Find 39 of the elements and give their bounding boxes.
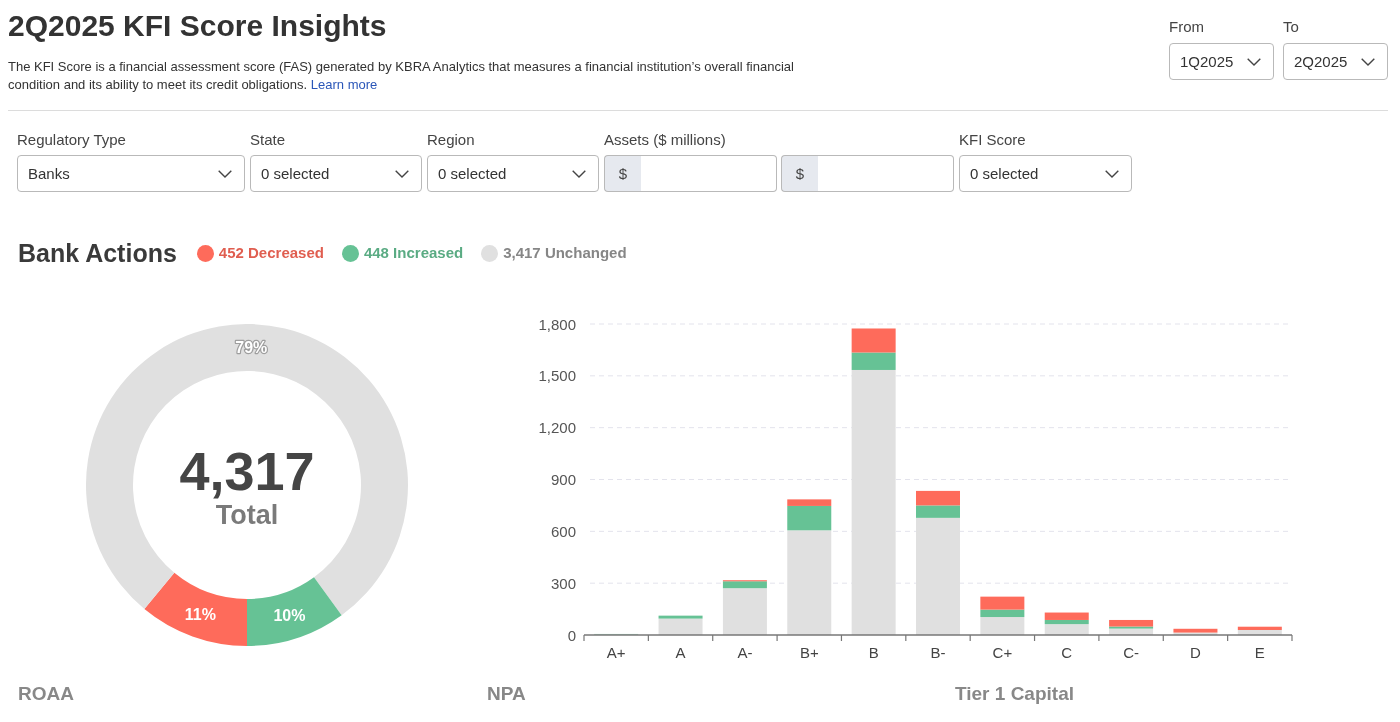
metric-heading: NPA [487,683,526,705]
total-count: 4,317 [179,441,315,501]
y-axis-label: 1,500 [538,367,576,385]
y-axis-label: 1,800 [538,315,576,333]
x-axis-label: A+ [606,643,626,661]
period-label: From [1169,18,1205,36]
y-axis-label: 1,200 [538,419,576,437]
x-axis-label: C [1061,643,1073,661]
x-axis-label: E [1254,643,1265,661]
metric-heading: ROAA [18,683,74,705]
filter-label: KFI Score [959,131,1027,149]
metric-heading: Tier 1 Capital [955,683,1074,705]
x-axis-label: A- [737,643,753,661]
period-label: To [1283,18,1300,36]
filter-label: Region [427,131,476,149]
x-axis-label: C- [1123,643,1139,661]
x-axis-label: B- [930,643,946,661]
y-axis-label: 0 [567,626,576,644]
page-title: 2Q2025 KFI Score Insights [8,8,388,44]
slice-percent-label: 10% [273,607,306,625]
filter-label: Assets ($ millions) [604,131,727,149]
slice-percent-label: 79% [235,339,268,357]
legend-label: 3,417 Unchanged [503,244,627,262]
legend-label: 448 Increased [363,244,464,262]
x-axis-label: A [675,643,686,661]
total-label: Total [215,500,279,530]
slice-percent-label: 11% [184,605,216,623]
y-axis-label: 600 [550,522,576,540]
filter-label: Regulatory Type [17,131,127,149]
filter-label: State [250,131,287,149]
legend-label: 452 Decreased [218,244,324,262]
x-axis-label: C+ [992,643,1013,661]
section-heading: Bank Actions [18,238,177,268]
y-axis-label: 900 [550,471,576,488]
description-text: The KFI Score is a financial assessment score (FAS) generated by KBRA Analytics that measures a financial institution’s overall financial condition and its ability to meet its credit obligations. Learn more [8,58,795,94]
x-axis-label: B [868,643,879,661]
x-axis-label: D [1190,643,1201,661]
x-axis-label: B+ [799,643,819,661]
y-axis-label: 300 [550,574,576,592]
